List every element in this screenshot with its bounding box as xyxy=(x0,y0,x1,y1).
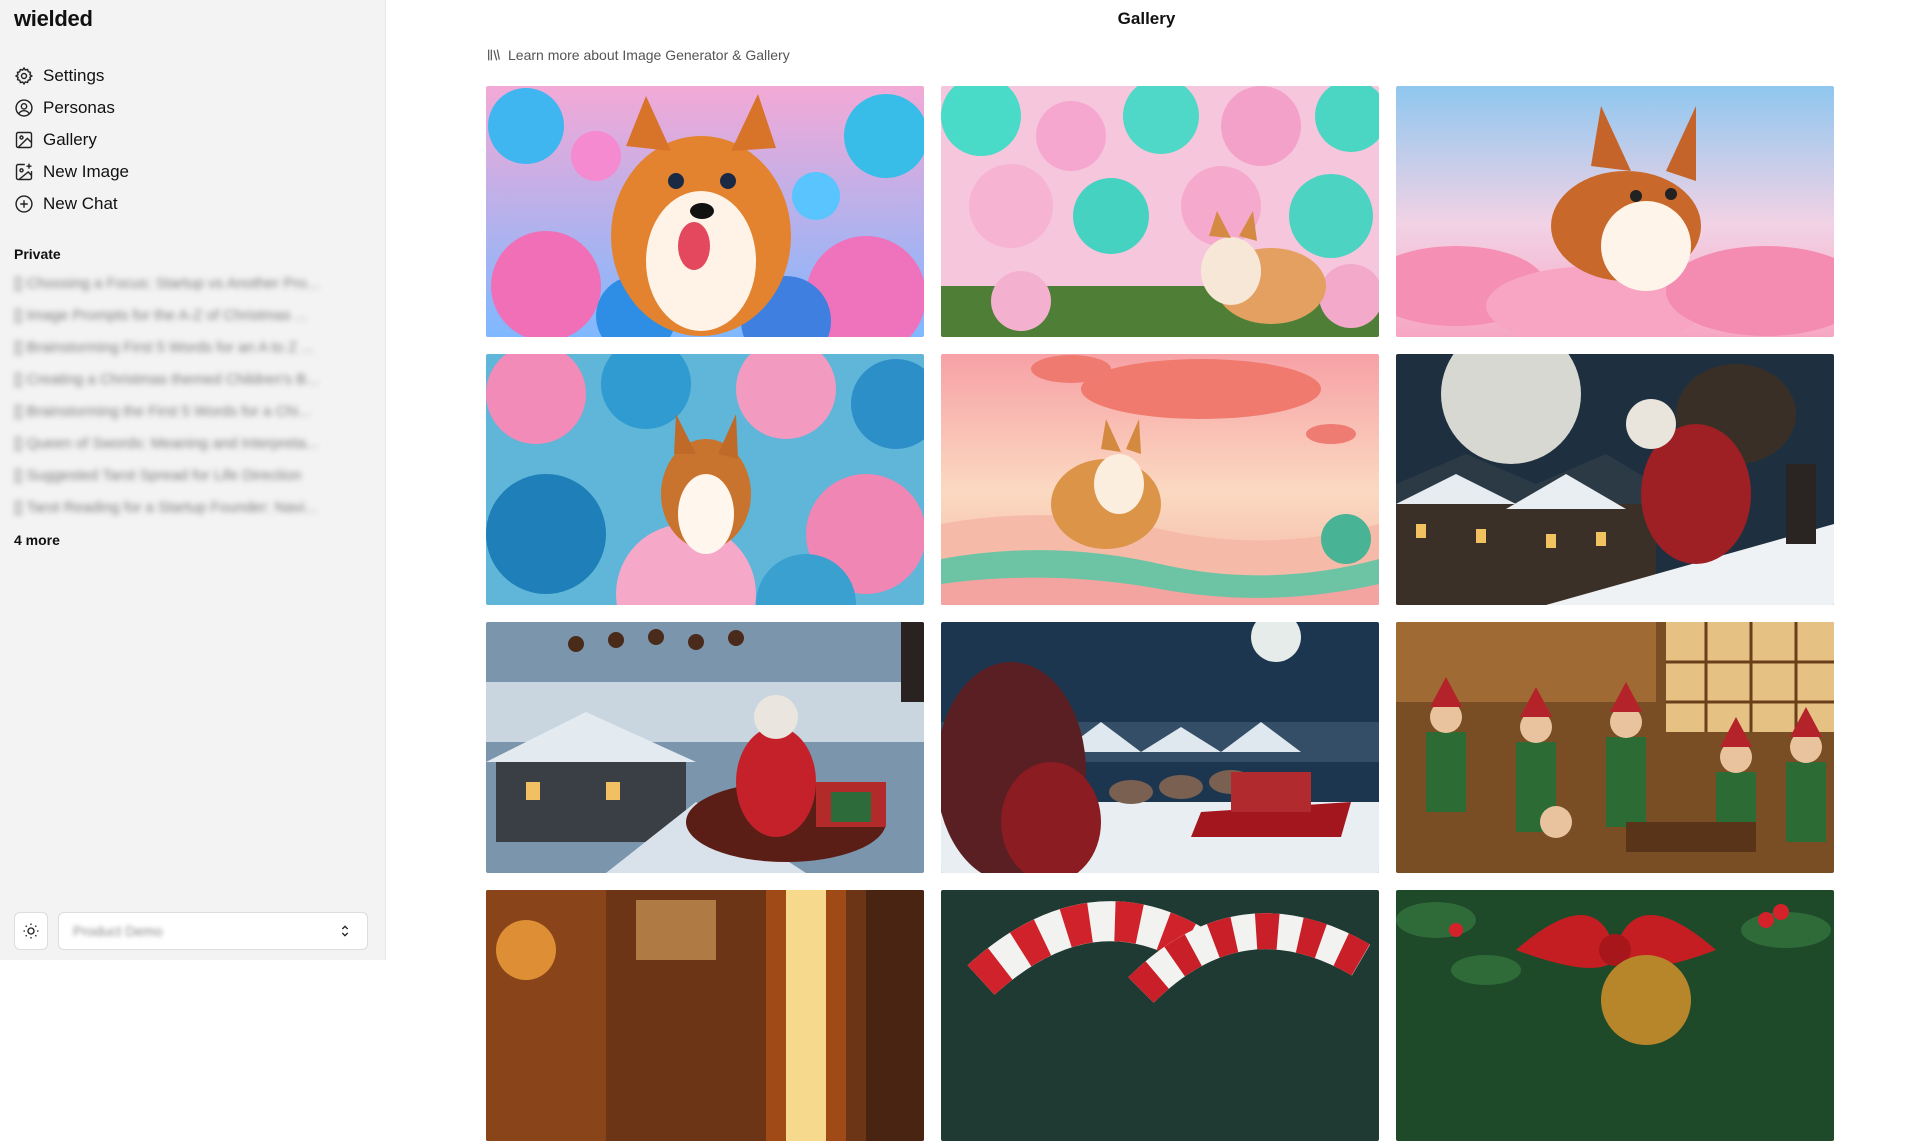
persona-select-value: Product Demo xyxy=(73,923,163,939)
user-circle-icon xyxy=(14,98,34,118)
theme-toggle-button[interactable] xyxy=(14,912,48,950)
sun-icon xyxy=(22,922,40,940)
history-item[interactable]: [] Choosing a Focus: Startup vs Another … xyxy=(14,268,370,300)
chevron-up-down-icon xyxy=(337,923,353,939)
gallery-image[interactable] xyxy=(941,86,1379,337)
sidebar: wielded Settings Personas Gallery New Im… xyxy=(0,0,386,960)
history-item[interactable]: [] Brainstorming First 5 Words for an A … xyxy=(14,332,370,364)
history-item[interactable]: [] Tarot Reading for a Startup Founder: … xyxy=(14,492,370,524)
gear-icon xyxy=(14,66,34,86)
history-item[interactable]: [] Queen of Swords: Meaning and Interpre… xyxy=(14,428,370,460)
history-item[interactable]: [] Image Prompts for the A-Z of Christma… xyxy=(14,300,370,332)
gallery-image[interactable] xyxy=(486,890,924,1141)
image-icon xyxy=(14,130,34,150)
learn-more-link[interactable]: Learn more about Image Generator & Galle… xyxy=(486,47,790,63)
nav-item-label: Personas xyxy=(43,98,115,117)
gallery-image[interactable] xyxy=(941,890,1379,1141)
nav-item-label: Gallery xyxy=(43,130,97,149)
history-item[interactable]: [] Creating a Christmas themed Children'… xyxy=(14,364,370,396)
persona-select[interactable]: Product Demo xyxy=(58,912,368,950)
nav-item-new-chat[interactable]: New Chat xyxy=(14,188,129,220)
sidebar-nav: Settings Personas Gallery New Image New … xyxy=(14,60,129,220)
gallery-image[interactable] xyxy=(941,354,1379,605)
plus-circle-icon xyxy=(14,194,34,214)
nav-item-label: Settings xyxy=(43,66,105,85)
show-more-link[interactable]: 4 more xyxy=(14,532,60,548)
nav-item-settings[interactable]: Settings xyxy=(14,60,129,92)
gallery-grid xyxy=(486,86,1836,1141)
nav-item-gallery[interactable]: Gallery xyxy=(14,124,129,156)
gallery-image[interactable] xyxy=(1396,890,1834,1141)
nav-item-label: New Image xyxy=(43,162,129,181)
nav-item-label: New Chat xyxy=(43,194,118,213)
brand-logo[interactable]: wielded xyxy=(14,6,93,32)
gallery-image[interactable] xyxy=(1396,86,1834,337)
history-item[interactable]: [] Suggested Tarot Spread for Life Direc… xyxy=(14,460,370,492)
gallery-image[interactable] xyxy=(1396,622,1834,873)
gallery-image[interactable] xyxy=(486,354,924,605)
gallery-image[interactable] xyxy=(486,86,924,337)
nav-item-personas[interactable]: Personas xyxy=(14,92,129,124)
image-plus-icon xyxy=(14,162,34,182)
nav-item-new-image[interactable]: New Image xyxy=(14,156,129,188)
page-title: Gallery xyxy=(1117,9,1176,28)
chat-history-list: [] Choosing a Focus: Startup vs Another … xyxy=(14,268,370,524)
gallery-image[interactable] xyxy=(486,622,924,873)
library-icon xyxy=(486,47,508,63)
gallery-image[interactable] xyxy=(1396,354,1834,605)
learn-more-label: Learn more about Image Generator & Galle… xyxy=(508,47,790,63)
history-item[interactable]: [] Brainstorming the First 5 Words for a… xyxy=(14,396,370,428)
main-content: Gallery Learn more about Image Generator… xyxy=(386,0,1907,1141)
gallery-image[interactable] xyxy=(941,622,1379,873)
history-section-label: Private xyxy=(14,246,61,262)
